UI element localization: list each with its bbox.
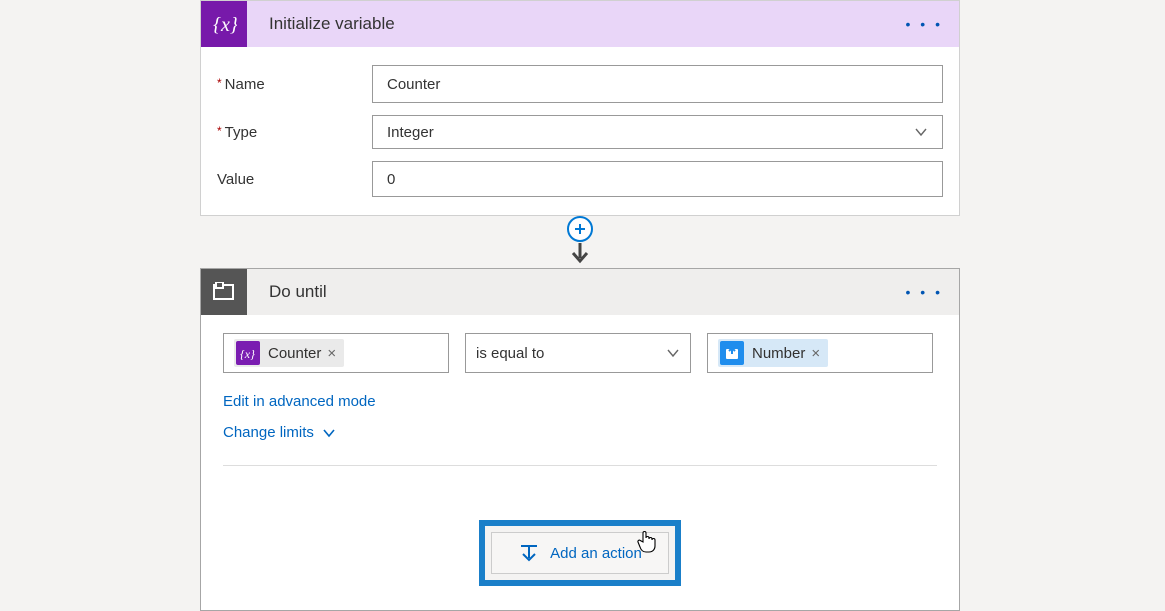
number-token[interactable]: Number × <box>718 339 828 367</box>
flow-connector <box>200 216 960 268</box>
name-input[interactable] <box>372 65 943 103</box>
token-label: Number <box>752 345 805 362</box>
card-header[interactable]: {x} Initialize variable • • • <box>201 1 959 47</box>
do-until-card: Do until • • • {x} Counter × is equal to <box>200 268 960 611</box>
remove-token-icon[interactable]: × <box>811 345 820 362</box>
card-title: Initialize variable <box>247 14 898 34</box>
add-action-icon <box>518 542 540 564</box>
condition-right-input[interactable]: Number × <box>707 333 933 373</box>
token-label: Counter <box>268 345 321 362</box>
divider <box>223 465 937 466</box>
svg-text:{x}: {x} <box>213 14 237 35</box>
do-until-body: {x} Counter × is equal to <box>201 315 959 610</box>
do-until-icon <box>201 269 247 315</box>
card-header[interactable]: Do until • • • <box>201 269 959 315</box>
condition-row: {x} Counter × is equal to <box>223 333 937 373</box>
condition-operator-dropdown[interactable]: is equal to <box>465 333 691 373</box>
value-label: Value <box>217 171 372 188</box>
value-row: Value <box>217 161 943 197</box>
value-input[interactable] <box>372 161 943 197</box>
add-action-label: Add an action <box>550 545 642 562</box>
input-icon <box>720 341 744 365</box>
type-dropdown[interactable]: Integer <box>372 115 943 149</box>
more-menu-icon[interactable]: • • • <box>898 280 943 304</box>
variable-icon: {x} <box>236 341 260 365</box>
svg-text:{x}: {x} <box>240 347 255 360</box>
chevron-down-icon <box>322 426 336 440</box>
change-limits-link[interactable]: Change limits <box>223 424 336 441</box>
highlight-box: Add an action <box>479 520 681 586</box>
type-row: *Type Integer <box>217 115 943 149</box>
type-label: *Type <box>217 124 372 141</box>
arrow-down-icon <box>569 242 591 264</box>
name-label: *Name <box>217 76 372 93</box>
remove-token-icon[interactable]: × <box>327 345 336 362</box>
more-menu-icon[interactable]: • • • <box>898 12 943 36</box>
add-action-button[interactable]: Add an action <box>491 532 669 574</box>
card-title: Do until <box>247 282 898 302</box>
chevron-down-icon <box>666 346 680 360</box>
edit-advanced-mode-link[interactable]: Edit in advanced mode <box>223 393 937 410</box>
condition-left-input[interactable]: {x} Counter × <box>223 333 449 373</box>
chevron-down-icon <box>914 125 928 139</box>
add-step-button[interactable] <box>567 216 593 242</box>
card-body: *Name *Type Integer Value <box>201 47 959 215</box>
name-row: *Name <box>217 65 943 103</box>
variable-icon: {x} <box>201 1 247 47</box>
operator-label: is equal to <box>476 345 544 362</box>
initialize-variable-card: {x} Initialize variable • • • *Name *Typ… <box>200 0 960 216</box>
add-action-area: Add an action <box>223 520 937 586</box>
counter-token[interactable]: {x} Counter × <box>234 339 344 367</box>
